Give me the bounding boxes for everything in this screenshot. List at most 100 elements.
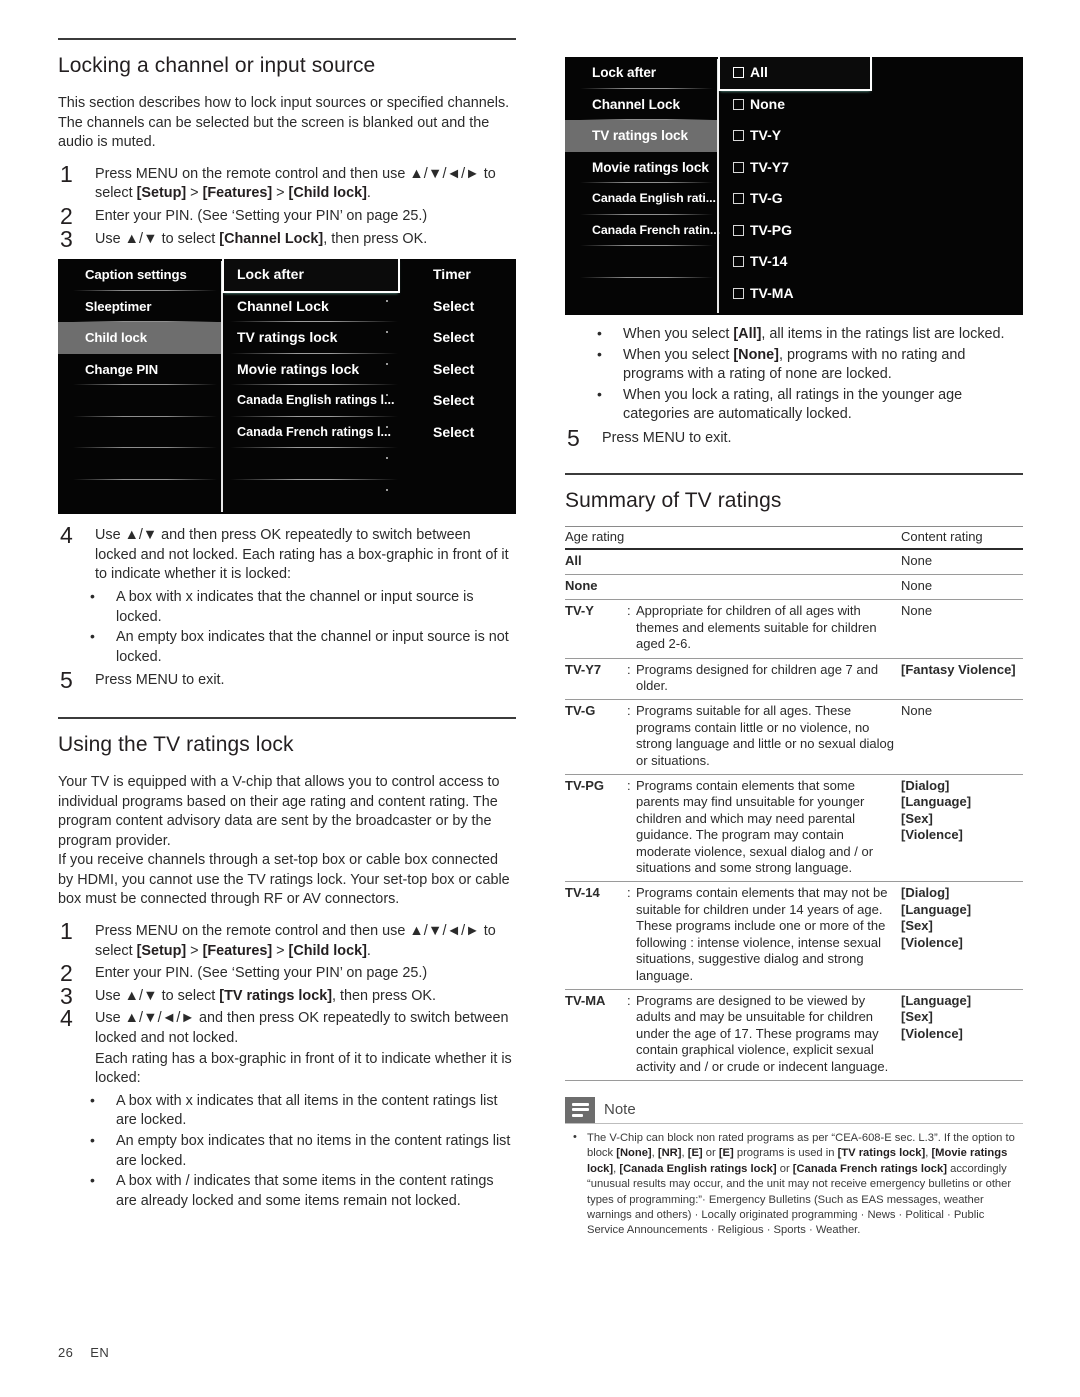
checkbox-icon[interactable]	[733, 67, 744, 78]
step-text-a: Use	[95, 230, 125, 247]
note-list: The V-Chip can block non rated programs …	[569, 1130, 1019, 1239]
table-row: TV-MA : Programs are designed to be view…	[565, 989, 1023, 1081]
osd-option-none[interactable]: None	[720, 89, 870, 121]
section-title-tv-ratings: Using the TV ratings lock	[58, 732, 294, 756]
cell-rating: TV-Y7	[565, 658, 627, 701]
osd-left-item-label: Child lock	[85, 330, 148, 346]
osd-left-item[interactable]: Caption settings	[58, 259, 221, 291]
osd-option-all[interactable]: All	[718, 57, 872, 91]
right-column: Lock after Channel Lock TV ratings lock …	[565, 38, 1023, 1247]
sep: >	[186, 942, 203, 959]
arrow-keys-icon: ▲/▼	[124, 230, 158, 247]
table-row: TV-Y7 : Programs designed for children a…	[565, 658, 1023, 701]
checkbox-icon[interactable]	[733, 161, 744, 173]
note-icon	[565, 1096, 595, 1123]
note-part: programs is used in	[733, 1147, 838, 1160]
osd-option-tv-y7[interactable]: TV-Y7	[720, 152, 870, 184]
osd-menu-item-label: Channel Lock	[237, 297, 329, 314]
checkbox-icon[interactable]	[733, 193, 744, 204]
osd-left-item-tv-ratings-lock-selected[interactable]: TV ratings lock	[565, 120, 717, 152]
osd-menu-item-tv-ratings-lock[interactable]: TV ratings lock	[224, 322, 398, 354]
osd-menu-item-channel-lock[interactable]: Channel Lock	[224, 291, 398, 323]
osd-left-item-lock-after[interactable]: Lock after	[565, 57, 717, 89]
osd-left-item[interactable]: Sleeptimer	[58, 291, 221, 323]
menu-ref-setup: [Setup]	[136, 942, 187, 959]
osd-option-tv-g[interactable]: TV-G	[720, 183, 870, 215]
osd-option-tv-14[interactable]: TV-14	[720, 246, 870, 278]
cell-description: Programs contain elements that some pare…	[636, 774, 901, 883]
osd-left-item-canada-french[interactable]: Canada French ratin...	[565, 215, 720, 246]
note-icon-bars	[571, 1100, 589, 1119]
osd-menu-item-label: TV ratings lock	[237, 329, 338, 346]
osd-left-item-label: Canada English rati...	[592, 191, 716, 205]
step-text-a: Use	[95, 1010, 125, 1027]
note-body: The V-Chip can block non rated programs …	[565, 1122, 1023, 1247]
bullet-post: , all items in the ratings list are lock…	[761, 326, 1005, 342]
menu-ref-all: [All]	[733, 326, 762, 342]
bullet-list-ratings-behavior: When you select [All], all items in the …	[565, 324, 1023, 425]
osd-left-item[interactable]: Change PIN	[58, 354, 221, 386]
osd-value[interactable]: Select	[433, 385, 513, 417]
osd-left-item-selected[interactable]: Child lock	[58, 322, 221, 354]
osd-left-item-canada-english[interactable]: Canada English rati...	[565, 183, 717, 215]
osd-value[interactable]: Select	[433, 291, 513, 323]
step-number: 5	[567, 424, 580, 451]
list-item: A box with x indicates that the channel …	[58, 587, 516, 627]
step-item: 1 Press MENU on the remote control and t…	[58, 918, 516, 961]
osd-left-item-label: Channel Lock	[592, 96, 680, 112]
step-text: Use ▲/▼/◄/► and then press OK repeatedly…	[95, 1010, 509, 1046]
osd-value[interactable]: Timer	[433, 259, 513, 291]
menu-ref-none: [None]	[616, 1147, 652, 1160]
row-dot-icon	[386, 488, 388, 491]
bullet-pre: When you select	[623, 346, 734, 363]
checkbox-icon[interactable]	[733, 256, 744, 267]
arrow-keys-icon: ▲/▼/◄/►	[409, 923, 480, 940]
step-text: Press MENU on the remote control and the…	[95, 923, 496, 959]
osd-menu-item-lock-after[interactable]: Lock after	[222, 259, 400, 293]
checkbox-icon[interactable]	[733, 98, 744, 110]
osd-option-label: TV-Y	[750, 127, 782, 143]
checkbox-icon[interactable]	[733, 130, 744, 141]
osd-option-tv-ma[interactable]: TV-MA	[720, 278, 870, 310]
osd-menu-item-movie-ratings-lock[interactable]: Movie ratings lock	[224, 354, 398, 386]
cell-rating: None	[565, 574, 627, 601]
step-number: 4	[60, 522, 73, 549]
list-item: When you lock a rating, all ratings in t…	[565, 385, 1023, 425]
step-number: 3	[60, 225, 73, 252]
osd-menu-item-canada-french[interactable]: Canada French ratings l...	[224, 417, 398, 449]
step-number: 4	[60, 1005, 73, 1032]
osd-left-item-movie-ratings-lock[interactable]: Movie ratings lock	[565, 152, 717, 183]
cell-content-rating: [Fantasy Violence]	[901, 658, 1023, 701]
cell-content-rating: None	[901, 699, 1023, 776]
note-label: Note	[604, 1100, 636, 1118]
checkbox-icon[interactable]	[733, 224, 744, 236]
osd-value[interactable]: Select	[433, 354, 513, 386]
step-text: Use ▲/▼ to select [Channel Lock], then p…	[95, 231, 427, 247]
menu-ref-nr: [NR]	[657, 1147, 682, 1160]
osd-value[interactable]: Select	[433, 322, 513, 354]
osd-menu-item-canada-english[interactable]: Canada English ratings l...	[224, 385, 398, 417]
osd-left-item-channel-lock[interactable]: Channel Lock	[565, 89, 717, 120]
note-icon-bar	[571, 1114, 583, 1118]
steps-list-1b: 4 Use ▲/▼ and then press OK repeatedly t…	[58, 522, 516, 585]
menu-ref-e1: [E]	[687, 1147, 703, 1160]
checkbox-icon[interactable]	[733, 287, 744, 299]
cell-description	[636, 574, 901, 601]
osd-option-tv-y[interactable]: TV-Y	[720, 120, 870, 152]
table-row: TV-Y : Appropriate for children of all a…	[565, 599, 1023, 659]
step-item: 1 Press MENU on the remote control and t…	[58, 161, 516, 204]
step-text: Use ▲/▼ and then press OK repeatedly to …	[95, 527, 509, 583]
cell-description: Programs contain elements that may not b…	[636, 881, 901, 990]
osd-left-item-label: Canada French ratin...	[592, 222, 720, 237]
cell-rating: TV-PG	[565, 774, 627, 883]
cell-rating: All	[565, 548, 627, 575]
cell-rating: TV-14	[565, 881, 627, 990]
table-row: TV-G : Programs suitable for all ages. T…	[565, 699, 1023, 776]
list-item: A box with / indicates that some items i…	[58, 1171, 516, 1211]
osd-left-item-label: Sleeptimer	[85, 298, 152, 314]
row-dot-icon	[386, 362, 388, 365]
osd-option-tv-pg[interactable]: TV-PG	[720, 215, 870, 247]
menu-ref-childlock: [Child lock]	[288, 185, 367, 202]
sep: >	[186, 185, 203, 202]
osd-value[interactable]: Select	[433, 417, 513, 449]
